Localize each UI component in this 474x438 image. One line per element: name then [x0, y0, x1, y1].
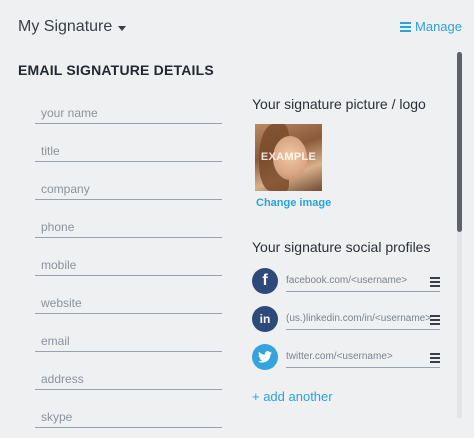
email-field[interactable]	[35, 330, 222, 352]
twitter-bird-icon	[258, 351, 272, 363]
change-image-link[interactable]: Change image	[256, 197, 331, 209]
example-watermark: EXAMPLE	[260, 151, 317, 163]
signature-selector-label: My Signature	[18, 18, 113, 35]
company-field[interactable]	[35, 178, 222, 200]
name-field[interactable]	[35, 102, 222, 124]
signature-selector[interactable]: My Signature	[18, 18, 127, 36]
scrollbar-thumb[interactable]	[457, 52, 462, 232]
social-title: Your signature social profiles	[252, 239, 431, 255]
drag-handle-icon[interactable]	[430, 277, 440, 287]
add-another-link[interactable]: + add another	[252, 389, 333, 404]
manage-button[interactable]: Manage	[400, 19, 462, 34]
linkedin-input[interactable]	[286, 308, 440, 330]
menu-icon	[400, 21, 412, 32]
address-field[interactable]	[35, 368, 222, 390]
details-form	[35, 96, 222, 438]
facebook-input[interactable]	[286, 270, 440, 292]
mobile-field[interactable]	[35, 254, 222, 276]
website-field[interactable]	[35, 292, 222, 314]
drag-handle-icon[interactable]	[430, 315, 440, 325]
skype-field[interactable]	[35, 406, 222, 428]
top-bar: My Signature Manage	[0, 0, 474, 56]
section-title: EMAIL SIGNATURE DETAILS	[18, 62, 214, 78]
drag-handle-icon[interactable]	[430, 353, 440, 363]
linkedin-icon: in	[252, 306, 278, 332]
social-row-linkedin: in	[252, 306, 442, 334]
social-row-facebook: f	[252, 268, 442, 296]
twitter-icon	[252, 344, 278, 370]
social-row-twitter	[252, 344, 442, 372]
signature-picture[interactable]: EXAMPLE	[255, 124, 322, 191]
manage-label: Manage	[415, 19, 462, 34]
scrollbar[interactable]	[457, 52, 462, 418]
title-field[interactable]	[35, 140, 222, 162]
facebook-icon: f	[252, 268, 278, 294]
picture-section: Your signature picture / logo	[252, 96, 442, 112]
caret-down-icon	[118, 25, 127, 31]
twitter-input[interactable]	[286, 346, 440, 368]
phone-field[interactable]	[35, 216, 222, 238]
picture-title: Your signature picture / logo	[252, 96, 426, 112]
